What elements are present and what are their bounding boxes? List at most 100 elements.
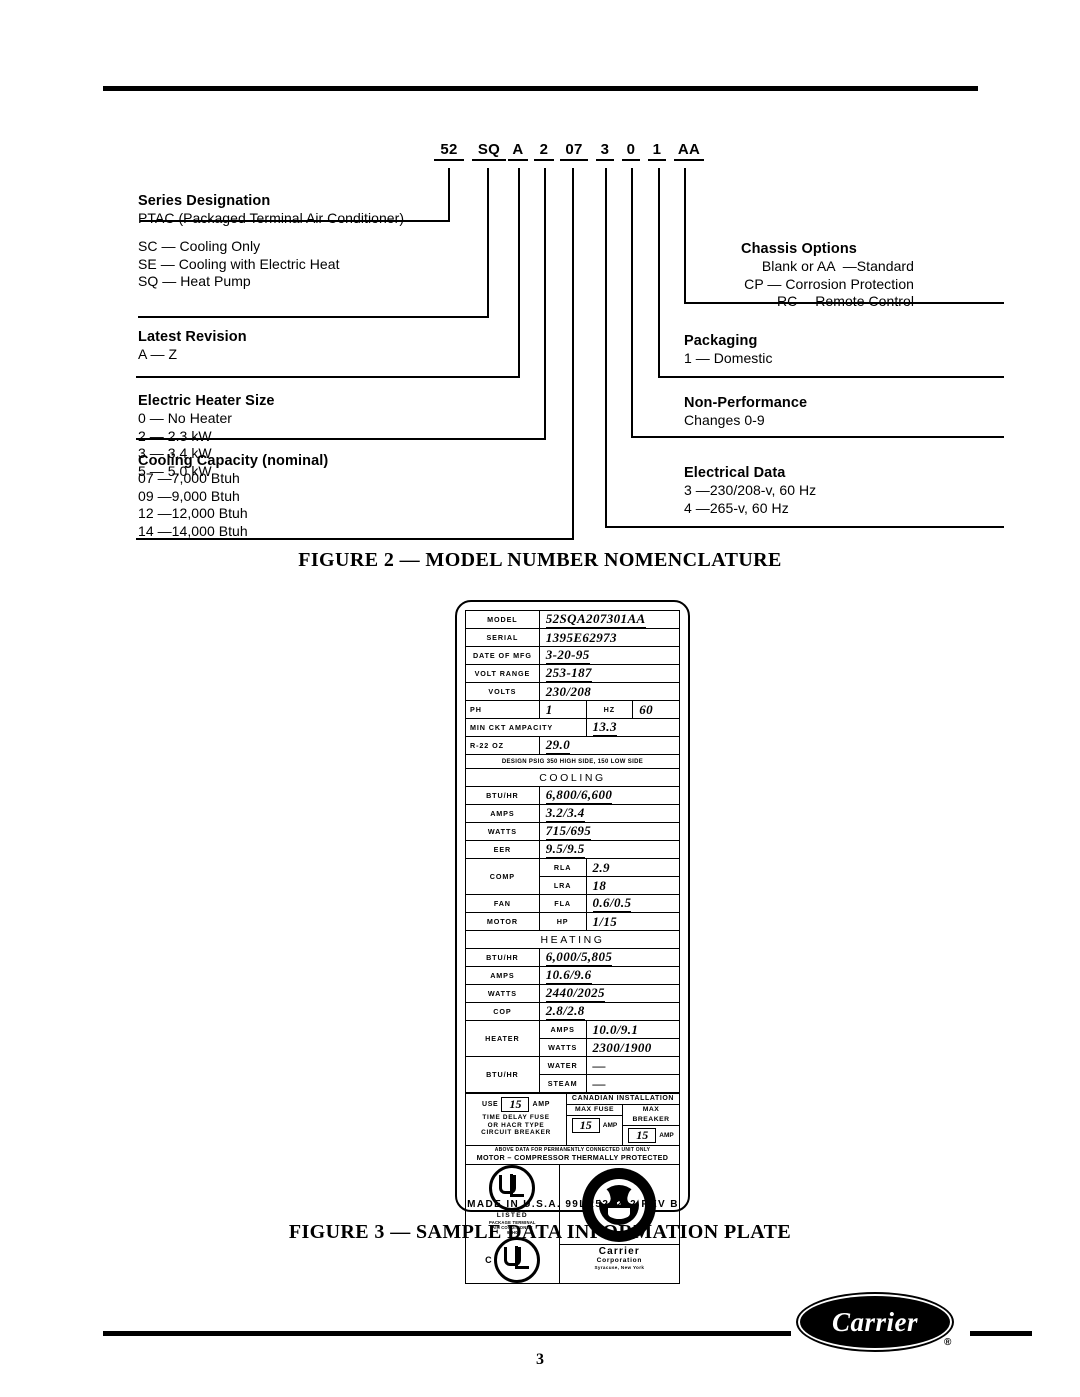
row-label: VOLT RANGE [465, 664, 540, 683]
row-label: AMPS [465, 804, 540, 823]
leader-line-capacity [572, 168, 574, 540]
fuse-block: USE 15 AMP TIME DELAY FUSE OR HACR TYPE … [465, 1093, 567, 1146]
row-value: 715/695 [538, 822, 681, 841]
row-label: FLA [538, 894, 587, 913]
leader-line-revision [518, 168, 520, 378]
cooling-row-btu: BTU/HR 6,800/6,600 [465, 786, 681, 805]
row-value: 52SQA207301AA [538, 610, 681, 629]
row-value: 2.8/2.8 [538, 1002, 681, 1021]
max-breaker-unit: AMP [659, 1132, 674, 1139]
block-line: SE — Cooling with Electric Heat [138, 255, 340, 272]
heating-row-btu: BTU/HR 6,000/5,805 [465, 948, 681, 967]
ul-l-glyph [510, 1174, 525, 1198]
registered-trademark-mark: ® [944, 1337, 952, 1348]
fan-row-hp: MOTOR HP 1/15 [465, 912, 680, 931]
block-series-designation: Series Designation PTAC (Packaged Termin… [138, 192, 404, 228]
heating-row-watts: WATTS 2440/2025 [465, 984, 681, 1003]
carrier-city: Syracuse, New York [594, 1264, 645, 1270]
carrier-logo-ring [796, 1292, 954, 1352]
model-code-segment-4: 2 [534, 142, 554, 161]
leader-line-series [448, 168, 450, 222]
fuse-breaker-section: USE 15 AMP TIME DELAY FUSE OR HACR TYPE … [465, 1093, 680, 1146]
row-label: WATTS [465, 822, 540, 841]
refrigerant-label: R-22 OZ [465, 736, 540, 755]
block-heading: Non-Performance [684, 395, 808, 411]
plate-row-date: DATE OF MFG 3-20-95 [465, 646, 681, 665]
max-fuse-body: 15 AMP [567, 1116, 622, 1133]
row-value: 230/208 [538, 682, 681, 701]
model-code-segment-1: 52 [434, 142, 464, 161]
cooling-row-eer: EER 9.5/9.5 [465, 840, 681, 859]
leader-rule-electrical [605, 526, 1004, 528]
row-label: SERIAL [465, 628, 540, 647]
btuhr-row-water: BTU/HR WATER — [465, 1056, 680, 1093]
c-ul-prefix: C [485, 1254, 492, 1265]
row-label: STEAM [538, 1074, 587, 1093]
footer-rule-left [103, 1331, 783, 1336]
canadian-block: CANADIAN INSTALLATION MAX FUSE 15 AMP MA… [566, 1093, 680, 1146]
row-value: 3-20-95 [538, 646, 681, 665]
row-label: AMPS [538, 1020, 587, 1039]
block-heading: Latest Revision [138, 329, 247, 345]
row-label: LRA [538, 876, 587, 895]
plate-table: MODEL 52SQA207301AA SERIAL 1395E62973 DA… [465, 610, 681, 1093]
leader-rule-nonperformance [631, 436, 1004, 438]
plate-section-cooling: COOLING [465, 768, 680, 787]
row-label: WATTS [538, 1038, 587, 1057]
ul-listed-word: LISTED [496, 1212, 528, 1220]
refrigerant-value: 29.0 [538, 736, 681, 755]
block-packaging: Packaging 1 — Domestic [684, 332, 844, 368]
plate-row-volt-range: VOLT RANGE 253-187 [465, 664, 681, 683]
plate-content: MODEL 52SQA207301AA SERIAL 1395E62973 DA… [465, 610, 681, 1284]
design-psig-note: DESIGN PSIG 350 HIGH SIDE, 150 LOW SIDE [465, 754, 680, 769]
block-line: Blank or AA —Standard [761, 258, 914, 274]
max-breaker-cell: MAX BREAKER 15 AMP [623, 1105, 679, 1145]
model-nomenclature-diagram: 52 SQ A 2 07 3 0 1 AA Series Designation… [0, 130, 1080, 550]
block-heading: Cooling Capacity (nominal) [138, 453, 329, 469]
heating-row-cop: COP 2.8/2.8 [465, 1002, 681, 1021]
ampacity-label: MIN CKT AMPACITY [465, 718, 587, 737]
plate-carrier-block: Carrier Corporation Syracuse, New York [559, 1244, 679, 1271]
row-value: 3.2/3.4 [538, 804, 681, 823]
row-value: 10.0/9.1 [585, 1020, 680, 1039]
footer-rule-right [970, 1331, 1032, 1336]
block-line: CP — Corrosion Protection [744, 275, 914, 292]
carrier-logo: Carrier [796, 1292, 954, 1352]
row-label: MODEL [465, 610, 540, 629]
block-line: 2 — 2.3 kW [138, 427, 212, 444]
header-rule [103, 86, 978, 91]
row-value: 253-187 [538, 664, 681, 683]
block-line: 09 —9,000 Btuh [138, 487, 240, 504]
row-label: EER [465, 840, 540, 859]
row-value: 6,800/6,600 [538, 786, 681, 805]
block-cooling-capacity: Cooling Capacity (nominal) 07 —7,000 Btu… [138, 452, 328, 540]
plate-row-volts: VOLTS 230/208 [465, 682, 681, 701]
row-value: 9.5/9.5 [538, 840, 681, 859]
leader-line-electrical [605, 168, 607, 528]
row-value: 10.6/9.6 [538, 966, 681, 985]
plate-row-model: MODEL 52SQA207301AA [465, 610, 681, 629]
block-non-performance: Non-Performance Changes 0-9 [684, 394, 884, 430]
model-code-row: 52 SQ A 2 07 3 0 1 AA [434, 142, 704, 168]
block-heading: Electrical Data [684, 465, 786, 481]
ph-value: 1 [538, 700, 587, 719]
row-label: WATTS [465, 984, 540, 1003]
heating-title: HEATING [465, 930, 680, 949]
fuse-use-row: USE 15 AMP [468, 1097, 564, 1112]
block-heading: Electric Heater Size [138, 393, 275, 409]
cooling-row-watts: WATTS 715/695 [465, 822, 681, 841]
block-line: 0 — No Heater [138, 410, 233, 426]
max-breaker-body: 15 AMP [623, 1126, 679, 1143]
row-value: — [585, 1056, 680, 1075]
model-code-segment-9: AA [674, 142, 704, 161]
model-code-segment-8: 1 [648, 142, 666, 161]
leader-rule-revision [136, 376, 520, 378]
max-breaker-label: MAX BREAKER [623, 1105, 679, 1126]
block-line: 14 —14,000 Btuh [138, 522, 248, 539]
figure-2-caption: FIGURE 2 — MODEL NUMBER NOMENCLATURE [298, 549, 782, 571]
block-line: SQ — Heat Pump [138, 273, 251, 289]
row-label: RLA [538, 858, 587, 877]
heater-row-amps: HEATER AMPS 10.0/9.1 [465, 1020, 680, 1057]
row-label: COP [465, 1002, 540, 1021]
fuse-amp-value: 15 [501, 1097, 530, 1112]
